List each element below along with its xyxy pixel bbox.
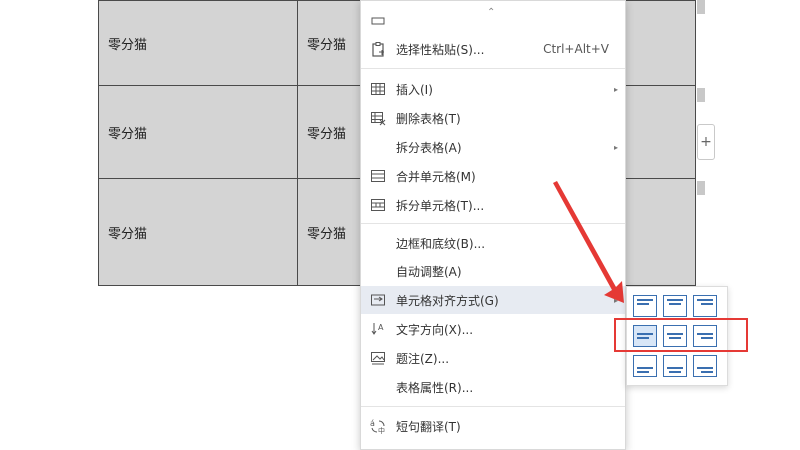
align-bottom-right-button[interactable] <box>693 355 717 377</box>
align-top-left-button[interactable] <box>633 295 657 317</box>
align-top-right-button[interactable] <box>693 295 717 317</box>
align-bottom-center-button[interactable] <box>663 355 687 377</box>
annotation-highlight-box <box>614 318 748 352</box>
align-top-center-button[interactable] <box>663 295 687 317</box>
align-bottom-left-button[interactable] <box>633 355 657 377</box>
